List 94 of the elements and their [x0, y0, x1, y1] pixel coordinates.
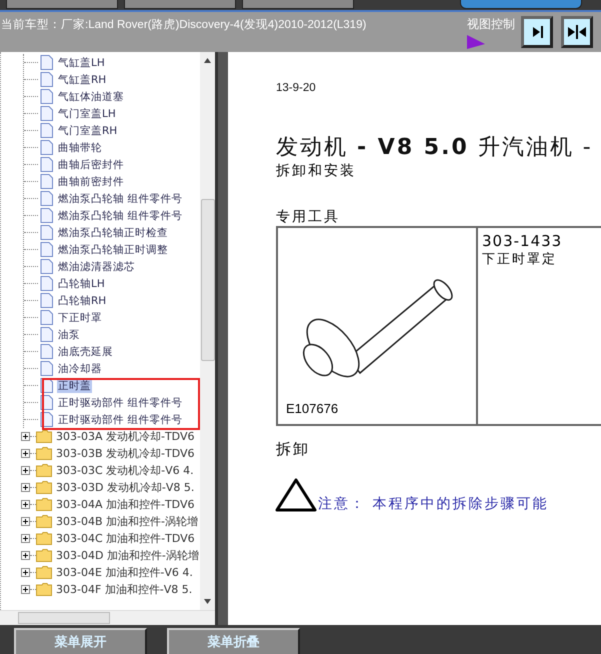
tree-item[interactable]: 气缸盖RH: [57, 72, 108, 86]
split-view-button[interactable]: [561, 16, 593, 48]
tree-item[interactable]: 凸轮轴RH: [57, 294, 108, 308]
tree-item[interactable]: 303-03C 发动机冷却-V6 4.: [55, 463, 195, 478]
expand-view-button[interactable]: [521, 16, 553, 48]
view-control-label: 视图控制: [467, 16, 515, 33]
scroll-up-icon[interactable]: [204, 58, 211, 63]
expand-toggle[interactable]: [21, 585, 30, 594]
tree-item[interactable]: 303-04F 加油和控件-V8 5.: [55, 582, 194, 597]
expand-toggle[interactable]: [21, 432, 30, 441]
document-icon: [40, 327, 53, 342]
tree-item[interactable]: 303-04B 加油和控件-涡轮增: [55, 514, 199, 529]
document-icon: [40, 123, 53, 138]
expand-toggle[interactable]: [21, 568, 30, 577]
tree-item[interactable]: 曲轴带轮: [57, 140, 103, 154]
folder-icon: [36, 481, 52, 494]
folder-icon: [36, 532, 52, 545]
document-icon: [40, 174, 53, 189]
document-icon: [40, 191, 53, 206]
tree-item[interactable]: 303-04C 加油和控件-TDV6: [55, 531, 196, 546]
document-icon: [40, 106, 53, 121]
tree-item[interactable]: 气门室盖LH: [57, 106, 117, 120]
tree-item[interactable]: 下正时罩: [57, 310, 103, 324]
tree-item[interactable]: 燃油泵凸轮轴正时调整: [57, 242, 169, 256]
folder-icon: [36, 430, 52, 443]
split-arrows-icon: [568, 24, 586, 40]
document-icon: [40, 344, 53, 359]
document-icon: [40, 157, 53, 172]
document-icon: [40, 55, 53, 70]
triangle-icon: [467, 35, 485, 49]
expand-toggle[interactable]: [21, 500, 30, 509]
document-icon: [40, 225, 53, 240]
tree-item[interactable]: 油底壳延展: [57, 344, 114, 358]
document-icon: [40, 242, 53, 257]
tree-item[interactable]: 正时驱动部件 组件零件号: [57, 396, 184, 410]
tree-item[interactable]: 曲轴前密封件: [57, 174, 125, 188]
folder-icon: [36, 447, 52, 460]
document-icon: [40, 361, 53, 376]
folder-icon: [36, 566, 52, 579]
tree-item[interactable]: 气门室盖RH: [57, 124, 118, 138]
document-icon: [40, 276, 53, 291]
scroll-down-icon[interactable]: [204, 599, 211, 604]
folder-icon: [36, 549, 52, 562]
tree-item[interactable]: 燃油滤清器滤芯: [57, 260, 136, 274]
top-tab[interactable]: [124, 0, 236, 9]
tree-item[interactable]: 曲轴后密封件: [57, 158, 125, 172]
folder-icon: [36, 515, 52, 528]
document-icon: [40, 310, 53, 325]
folder-icon: [36, 583, 52, 596]
vertical-scrollbar[interactable]: [200, 52, 215, 610]
document-icon: [40, 89, 53, 104]
tree-item[interactable]: 气缸盖LH: [57, 56, 106, 70]
tree-item[interactable]: 燃油泵凸轮轴 组件零件号: [57, 192, 184, 206]
caution-text: 注意： 本程序中的拆除步骤可能: [318, 495, 548, 513]
document-icon: [40, 140, 53, 155]
section-heading: 专用工具: [276, 208, 341, 226]
document-date: 13-9-20: [276, 82, 317, 94]
expand-toggle[interactable]: [21, 483, 30, 492]
top-tab[interactable]: [6, 0, 118, 9]
tree-item[interactable]: 303-03A 发动机冷却-TDV6: [55, 429, 196, 444]
tool-number: 303-1433: [482, 232, 564, 250]
document-icon: [40, 208, 53, 223]
vehicle-label: 当前车型：厂家:Land Rover(路虎)Discovery-4(发现4)2010-2012(L319): [1, 17, 366, 32]
folder-icon: [36, 464, 52, 477]
tree-item[interactable]: 正时驱动部件 组件零件号: [57, 412, 184, 426]
tree-item[interactable]: 油泵: [57, 328, 81, 342]
warning-triangle-icon: [274, 477, 318, 513]
tree-item[interactable]: 303-04D 加油和控件-涡轮增: [55, 548, 200, 563]
tree-item[interactable]: 油冷却器: [57, 362, 103, 376]
window-button[interactable]: [460, 0, 582, 9]
expand-toggle[interactable]: [21, 449, 30, 458]
document-icon: [40, 72, 53, 87]
section-heading: 拆卸: [276, 440, 311, 459]
document-subtitle: 拆卸和安装: [276, 162, 357, 180]
figure-label: E107676: [286, 401, 338, 416]
document-icon: [40, 259, 53, 274]
tree-item[interactable]: 303-04E 加油和控件-V6 4.: [55, 565, 194, 580]
tool-name: 下正时罩定: [482, 251, 558, 268]
top-tab[interactable]: [242, 0, 354, 9]
tree-item[interactable]: 凸轮轴LH: [57, 276, 106, 290]
document-title: 发动机 - V8 5.0 升汽油机 -: [276, 134, 594, 162]
folder-icon: [36, 498, 52, 511]
tree-item[interactable]: 303-03B 发动机冷却-TDV6: [55, 446, 196, 461]
tree-item[interactable]: 气缸体油道塞: [57, 90, 125, 104]
tree-item[interactable]: 燃油泵凸轮轴 组件零件号: [57, 208, 184, 222]
horizontal-scrollbar[interactable]: [0, 610, 215, 625]
expand-toggle[interactable]: [21, 517, 30, 526]
document-icon: [40, 293, 53, 308]
expand-toggle[interactable]: [21, 551, 30, 560]
tree-item[interactable]: 303-03D 发动机冷却-V8 5.: [55, 480, 196, 495]
expand-toggle[interactable]: [21, 466, 30, 475]
tree-item[interactable]: 燃油泵凸轮轴正时检查: [57, 226, 169, 240]
tree-item[interactable]: 303-04A 加油和控件-TDV6: [55, 497, 196, 512]
expand-toggle[interactable]: [21, 534, 30, 543]
